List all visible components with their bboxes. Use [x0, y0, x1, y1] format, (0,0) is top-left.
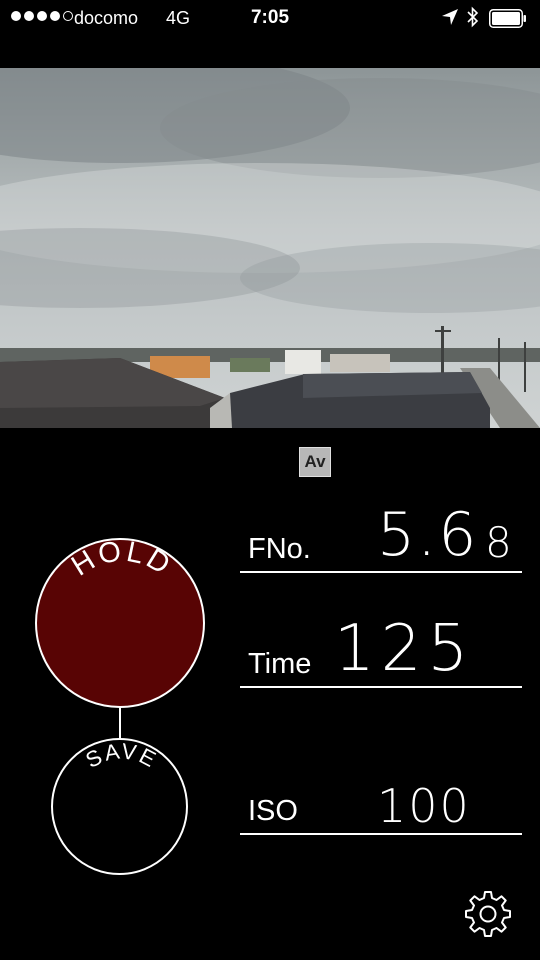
save-label: SAVE [81, 738, 161, 773]
time-divider [240, 686, 522, 688]
time-value[interactable]: 125 [334, 612, 474, 686]
camera-preview[interactable] [0, 68, 540, 428]
hold-button[interactable]: HOLD [35, 535, 205, 708]
hold-label: HOLD [66, 535, 175, 582]
location-arrow-icon [442, 9, 458, 25]
bluetooth-icon [467, 6, 479, 28]
gear-icon[interactable] [463, 889, 513, 939]
fno-divider [240, 571, 522, 573]
time-label: Time [248, 648, 312, 680]
status-time: 7:05 [250, 7, 290, 28]
iso-divider [240, 833, 522, 835]
iso-value[interactable]: 100 [377, 779, 471, 833]
iso-label: ISO [248, 795, 298, 827]
hold-save-connector [119, 707, 121, 739]
status-bar: docomo 4G 7:05 [0, 0, 540, 38]
fno-alt-value[interactable]: 8 [485, 518, 514, 567]
fno-value[interactable]: 5.6 [377, 500, 478, 570]
fno-label: FNo. [248, 533, 311, 565]
battery-icon [489, 9, 526, 28]
mode-badge[interactable]: Av [299, 447, 331, 477]
svg-text:SAVE: SAVE [81, 738, 161, 773]
preview-scene [0, 68, 540, 428]
save-button[interactable]: SAVE [51, 738, 188, 875]
svg-text:HOLD: HOLD [66, 535, 178, 582]
